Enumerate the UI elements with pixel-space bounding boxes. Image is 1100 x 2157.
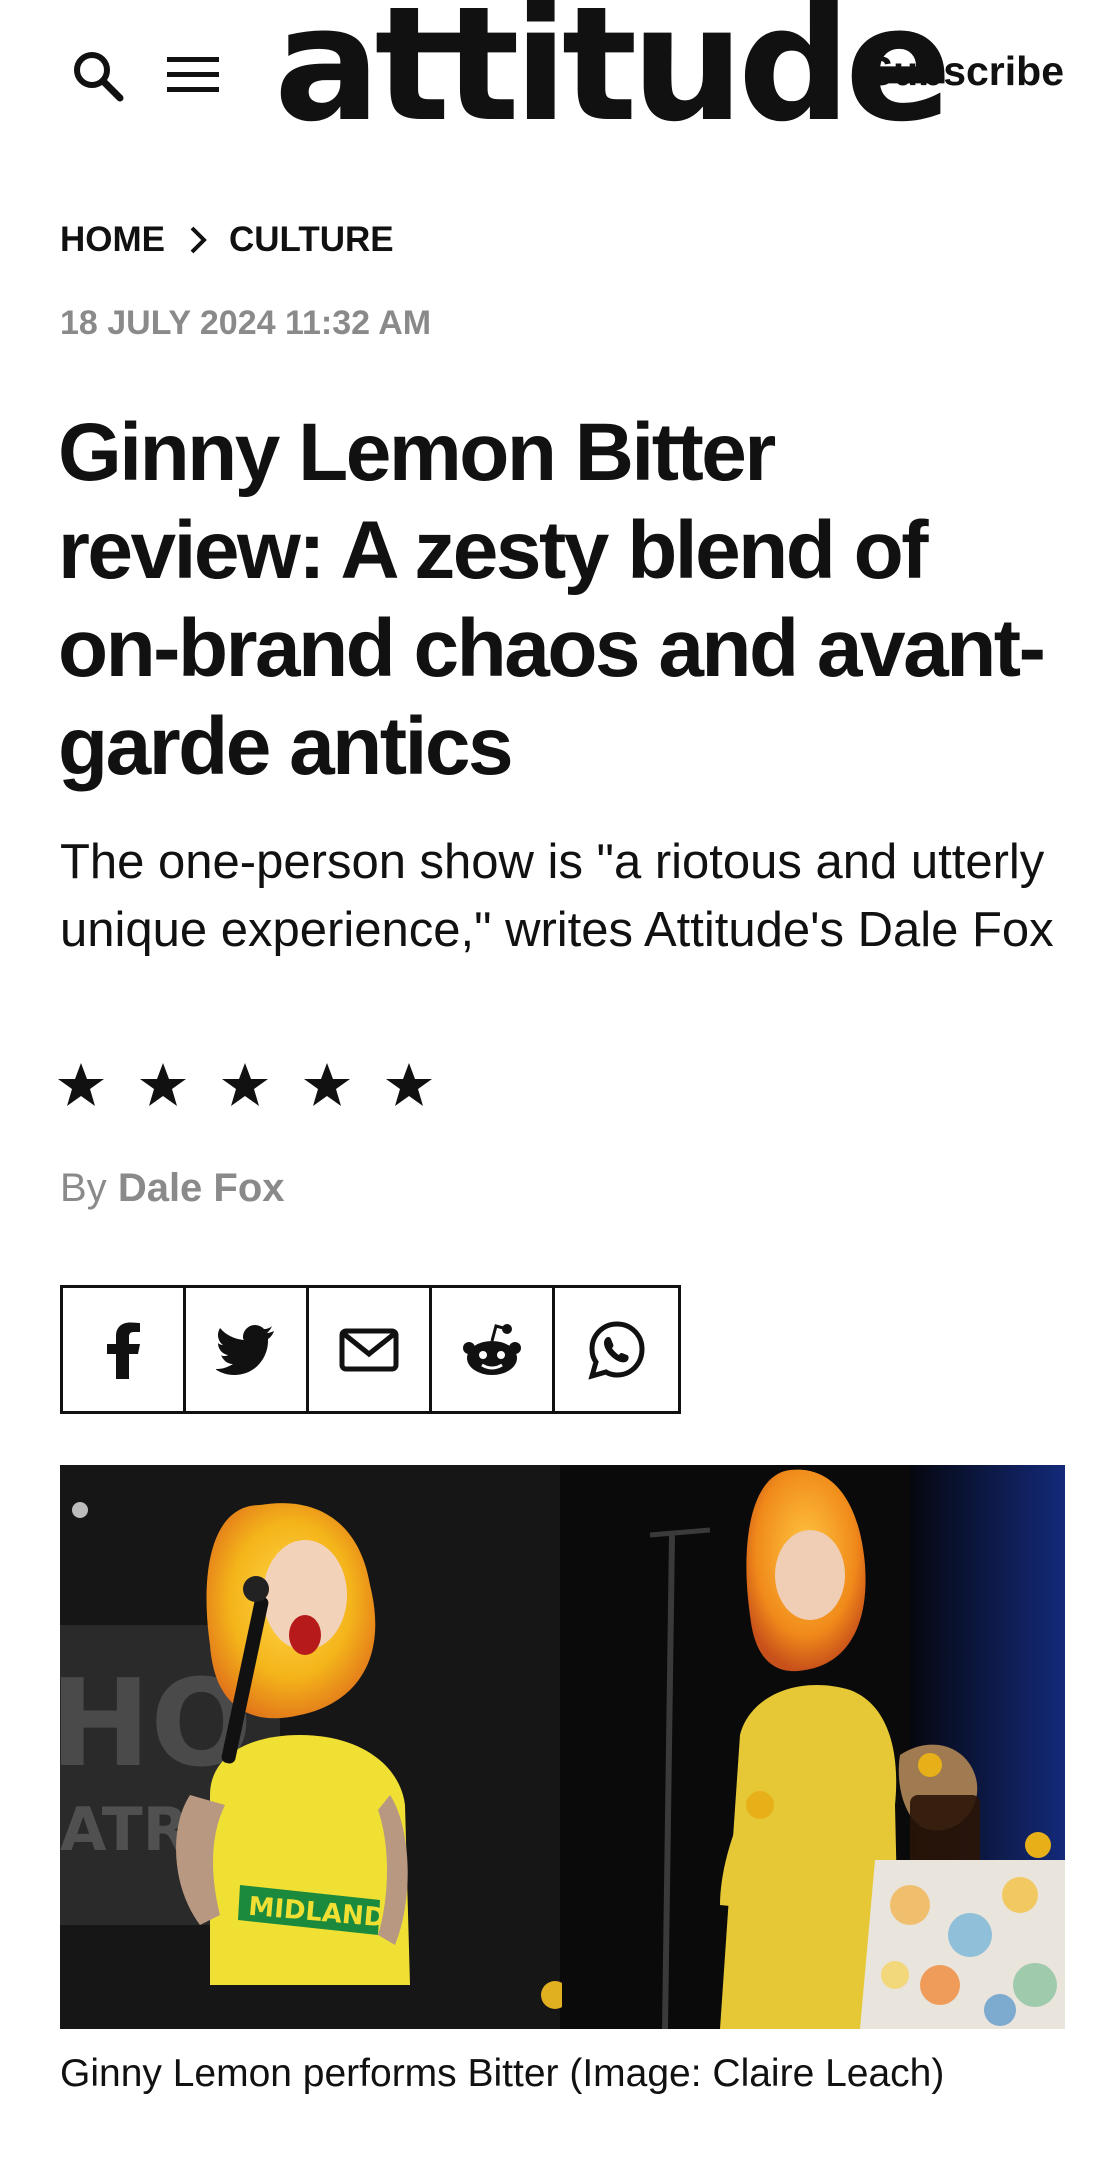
- star-rating: [56, 1060, 434, 1110]
- search-button[interactable]: [62, 40, 132, 110]
- publish-date: 18 JULY 2024 11:32 AM: [60, 304, 432, 342]
- breadcrumb-culture[interactable]: CULTURE: [229, 220, 394, 260]
- facebook-icon: [107, 1322, 140, 1379]
- menu-button[interactable]: [158, 40, 228, 110]
- breadcrumb: HOME CULTURE: [60, 220, 394, 260]
- whatsapp-icon: [587, 1320, 645, 1380]
- email-icon: [339, 1328, 399, 1371]
- byline-prefix: By: [60, 1166, 107, 1210]
- share-whatsapp-button[interactable]: [555, 1288, 678, 1411]
- share-facebook-button[interactable]: [63, 1288, 186, 1411]
- photo-caption: Ginny Lemon performs Bitter (Image: Clai…: [60, 2052, 945, 2095]
- share-reddit-button[interactable]: [432, 1288, 555, 1411]
- site-header: attitude Subscribe: [0, 0, 1100, 160]
- article-standfirst: The one-person show is "a riotous and ut…: [60, 835, 1054, 957]
- share-email-button[interactable]: [309, 1288, 432, 1411]
- share-bar: [60, 1285, 681, 1414]
- twitter-icon: [216, 1324, 274, 1375]
- star-icon: [140, 1063, 186, 1106]
- site-logo[interactable]: attitude: [274, 0, 952, 144]
- article-photo: HO ATRI MIDLANDS: [60, 1465, 1065, 2029]
- star-icon: [58, 1063, 104, 1106]
- reddit-icon: [463, 1323, 521, 1375]
- hamburger-menu-icon: [167, 57, 219, 92]
- star-icon: [222, 1063, 268, 1106]
- search-icon: [74, 52, 124, 102]
- article-headline: Ginny Lemon Bitter review: A zesty blend…: [58, 407, 1046, 792]
- chevron-right-icon: [187, 224, 209, 256]
- subscribe-link[interactable]: Subscribe: [866, 48, 1064, 95]
- share-twitter-button[interactable]: [186, 1288, 309, 1411]
- star-icon: [304, 1063, 350, 1106]
- byline: By Dale Fox: [60, 1166, 285, 1211]
- author-link[interactable]: Dale Fox: [118, 1166, 285, 1210]
- star-icon: [386, 1063, 432, 1106]
- lemon-shape: [746, 1791, 774, 1819]
- breadcrumb-home[interactable]: HOME: [60, 220, 165, 260]
- performance-photo-illustration: HO ATRI MIDLANDS: [60, 1465, 1065, 2029]
